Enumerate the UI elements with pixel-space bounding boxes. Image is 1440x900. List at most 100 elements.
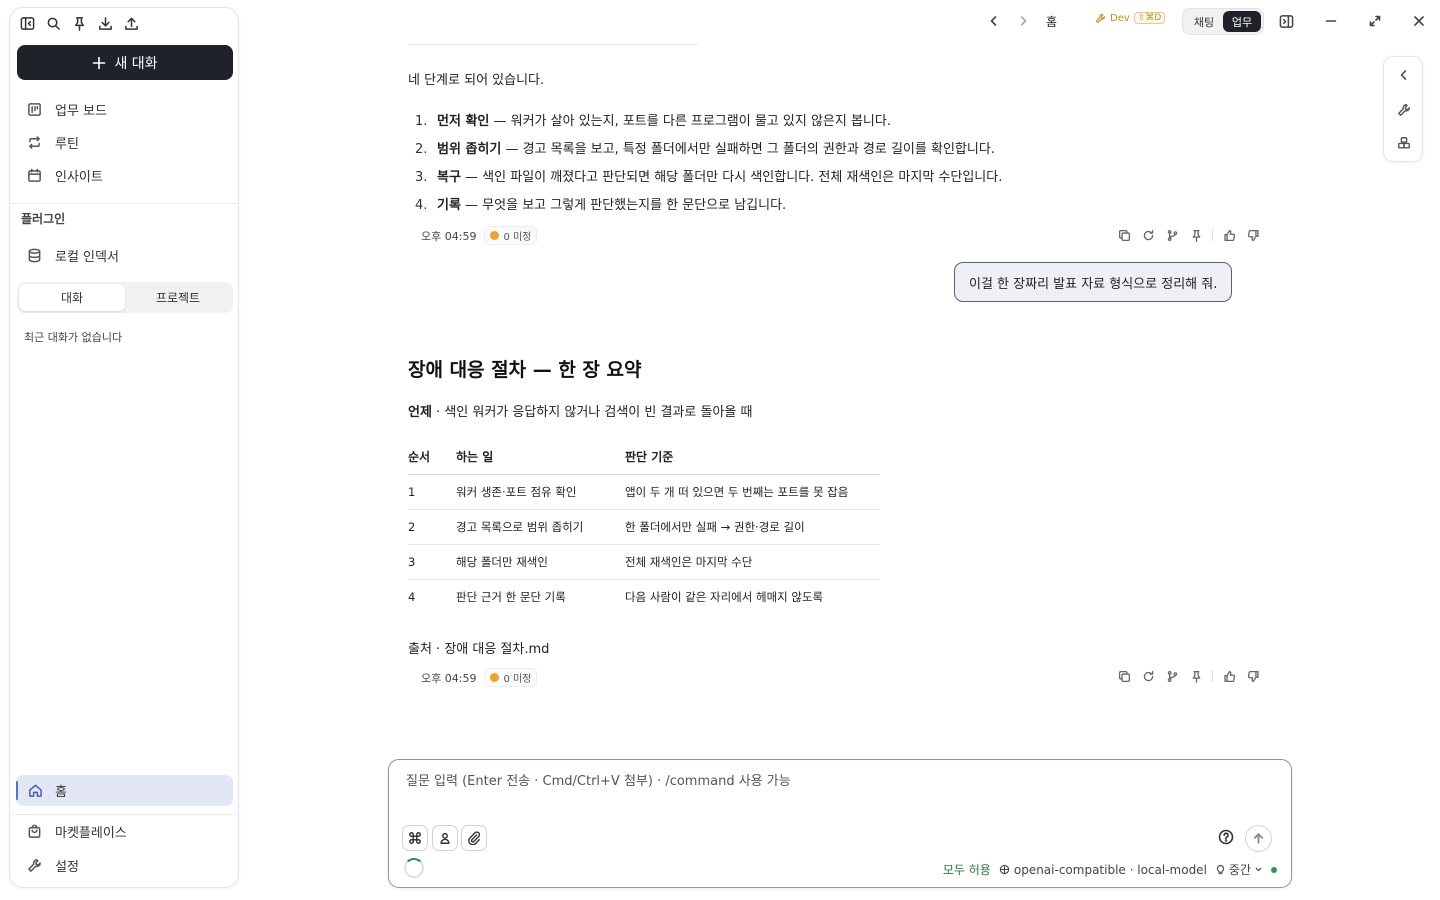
upload-icon[interactable] [122,14,140,32]
download-icon[interactable] [96,14,114,32]
table-row: 3 해당 폴더만 재색인 전체 재색인은 마지막 수단 [408,544,880,580]
regenerate-icon[interactable] [1140,668,1156,684]
tab-conversations[interactable]: 대화 [19,284,125,311]
back-chevron-icon[interactable] [985,8,1003,34]
pin-icon[interactable] [70,14,88,32]
paperclip-icon[interactable] [461,825,487,851]
sidebar-item-routine[interactable]: 루틴 [25,129,79,155]
wrench-icon [1095,13,1106,23]
action-divider [1212,229,1213,241]
step-number: 4. [415,198,428,213]
table-cell: 해당 폴더만 재색인 [456,544,625,580]
pin-icon[interactable] [1188,227,1204,243]
permission-selector[interactable]: 모두 허용 [943,861,991,878]
step-title: 범위 좁히기 [437,142,502,157]
step-title: 복구 [437,170,461,185]
model-selector[interactable]: openai-compatible · local-model [999,863,1207,877]
summary-title: 장애 대응 절차 — 한 장 요약 [408,359,642,381]
regenerate-icon[interactable] [1140,227,1156,243]
sidebar-item-insight[interactable]: 인사이트 [25,162,103,188]
mode-chat-button[interactable]: 채팅 [1185,11,1223,32]
dev-label: Dev [1110,12,1130,24]
effort-selector[interactable]: 중간 [1215,861,1263,878]
top-bar: 홈 Dev ⇧⌘D 채팅 업무 [980,8,1440,35]
thumbs-up-icon[interactable] [1221,227,1237,243]
connection-status-dot [1271,866,1277,873]
table-row: 2 경고 목록으로 범위 좁히기 한 폴더에서만 실패 → 권한·경로 길이 [408,509,880,545]
action-divider [1212,670,1213,682]
composer-input[interactable]: 질문 입력 (Enter 전송 · Cmd/Ctrl+V 첨부) · /comm… [406,770,791,789]
conversation-area: 네 단계로 되어 있습니다. 1. 먼저 확인 — 워커가 살아 있는지, 포트를… [240,40,1380,752]
pending-badge[interactable]: 0 미정 [484,226,538,245]
sidebar-tabs: 대화 프로젝트 [17,282,233,313]
sidebar-item-local-indexer[interactable]: 로컬 인덱서 [25,242,119,268]
table-cell: 다음 사람이 같은 자리에서 헤매지 않도록 [625,589,824,604]
minimize-icon[interactable] [1322,8,1340,34]
thumbs-down-icon[interactable] [1245,668,1261,684]
forward-chevron-icon[interactable] [1014,8,1032,34]
step-item: 3. 복구 — 색인 파일이 깨졌다고 판단되면 해당 폴더만 다시 색인합니다.… [415,166,1002,185]
wrench-icon [25,856,43,874]
composer-status-row: 모두 허용 openai-compatible · local-model 중간 [943,861,1277,878]
help-circle-icon[interactable] [1218,829,1236,847]
step-number: 2. [415,142,428,157]
person-icon[interactable] [432,825,458,851]
thumbs-up-icon[interactable] [1221,668,1237,684]
wrench-icon[interactable] [1395,101,1413,119]
toggle-panel-icon[interactable] [1277,8,1295,34]
sidebar-item-label: 로컬 인덱서 [55,249,119,265]
mode-toggle: 채팅 업무 [1182,8,1264,35]
step-title: 기록 [437,198,461,213]
close-icon[interactable] [1410,8,1428,34]
collapse-chevron-icon[interactable] [1395,66,1413,84]
calendar-icon [25,166,43,184]
step-number: 1. [415,114,428,129]
sidebar-item-label: 업무 보드 [55,103,107,119]
maximize-icon[interactable] [1366,8,1384,34]
sidebar-item-marketplace[interactable]: 마켓플레이스 [25,818,127,844]
new-chat-button[interactable]: 새 대화 [17,45,233,80]
sidebar-item-label: 마켓플레이스 [55,825,127,841]
branch-icon[interactable] [1164,668,1180,684]
sidebar-toolbar [18,14,140,32]
mode-work-button[interactable]: 업무 [1223,11,1261,32]
table-cell: 3 [408,544,456,580]
table-cell: 4 [408,589,416,604]
table-cell: 판단 근거 한 문단 기록 [456,589,566,604]
dev-badge[interactable]: Dev ⇧⌘D [1095,12,1166,24]
copy-icon[interactable] [1116,668,1132,684]
new-chat-label: 새 대화 [114,55,158,72]
assistant-intro-text: 네 단계로 되어 있습니다. [408,73,545,88]
sidebar-item-work-board[interactable]: 업무 보드 [25,96,107,122]
plus-icon [93,56,106,69]
pending-badge-label: 0 미정 [503,232,532,243]
boxes-icon[interactable] [1395,134,1413,152]
branch-icon[interactable] [1164,227,1180,243]
repeat-icon [25,133,43,151]
status-dot-icon [490,673,500,682]
message-time: 오후 04:59 [421,671,477,685]
database-icon [25,246,43,264]
message-composer[interactable]: 질문 입력 (Enter 전송 · Cmd/Ctrl+V 첨부) · /comm… [388,759,1292,888]
copy-icon[interactable] [1116,227,1132,243]
table-cell: 1 [408,474,456,510]
pin-icon[interactable] [1188,668,1204,684]
context-label: 언제 [408,405,432,420]
thumbs-down-icon[interactable] [1245,227,1261,243]
summary-context: 언제 · 색인 워커가 응답하지 않거나 검색이 빈 결과로 돌아올 때 [408,401,752,420]
sidebar-item-home[interactable]: 홈 [16,775,233,806]
column-header: 하는 일 [456,440,625,475]
pending-badge[interactable]: 0 미정 [484,668,538,687]
send-arrow-icon[interactable] [1245,825,1272,852]
procedure-table: 순서 하는 일 판단 기준 1 워커 생존·포트 점유 확인 앱이 두 개 떠 … [408,440,880,614]
breadcrumb-home[interactable]: 홈 [1046,8,1057,34]
step-item: 1. 먼저 확인 — 워커가 살아 있는지, 포트를 다른 프로그램이 물고 있지… [415,110,891,129]
search-icon[interactable] [44,14,62,32]
step-text: — 색인 파일이 깨졌다고 판단되면 해당 폴더만 다시 색인합니다. 전체 재… [460,170,1003,185]
command-icon[interactable] [402,825,428,851]
tab-projects[interactable]: 프로젝트 [125,284,231,311]
toggle-sidebar-icon[interactable] [18,14,36,32]
sidebar-item-settings[interactable]: 설정 [25,852,79,878]
context-text: · 색인 워커가 응답하지 않거나 검색이 빈 결과로 돌아올 때 [431,405,753,420]
step-text: — 경고 목록을 보고, 특정 폴더에서만 실패하면 그 폴더의 권한과 경로 … [501,142,995,157]
